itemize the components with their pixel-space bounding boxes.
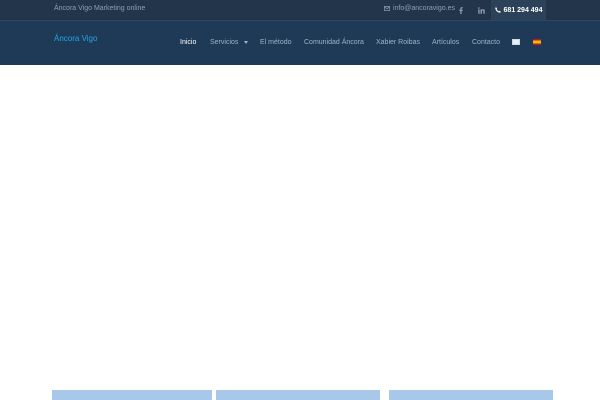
top-bar: Áncora Vigo Marketing online info@ancora…	[0, 0, 600, 20]
nav-item-el-metodo[interactable]: El método	[260, 39, 292, 46]
uk-flag-icon[interactable]	[512, 39, 520, 45]
facebook-icon	[459, 6, 463, 14]
nav-item-contacto[interactable]: Contacto	[472, 39, 500, 46]
facebook-link[interactable]	[456, 5, 466, 15]
feature-card[interactable]	[52, 390, 212, 400]
feature-card[interactable]	[389, 390, 553, 400]
nav-item-servicios[interactable]: Servicios	[210, 39, 249, 46]
phone-button[interactable]: 681 294 494	[491, 0, 546, 20]
es-flag-icon[interactable]	[533, 39, 541, 45]
nav-item-articulos[interactable]: Artículos	[432, 39, 459, 46]
phone-number: 681 294 494	[503, 6, 543, 14]
page: Áncora Vigo Marketing online info@ancora…	[0, 0, 600, 400]
nav-item-servicios-label: Servicios	[210, 39, 239, 46]
envelope-icon	[384, 6, 390, 11]
feature-card[interactable]	[216, 390, 380, 400]
linkedin-icon	[477, 6, 485, 14]
site-logo[interactable]: Áncora Vigo	[54, 34, 97, 43]
main-header: Áncora Vigo Inicio Servicios El método C…	[0, 20, 600, 65]
email-text: info@ancoravigo.es	[393, 5, 455, 12]
nav-item-inicio[interactable]: Inicio	[180, 39, 196, 46]
linkedin-link[interactable]	[476, 5, 486, 15]
site-tagline: Áncora Vigo Marketing online	[54, 5, 146, 12]
chevron-down-icon	[244, 40, 249, 44]
nav-item-xabier-roibas[interactable]: Xabier Roibas	[376, 39, 420, 46]
phone-icon	[494, 7, 501, 13]
email-link[interactable]: info@ancoravigo.es	[384, 5, 455, 12]
nav-item-comunidad-ancora[interactable]: Comunidad Áncora	[304, 39, 364, 46]
